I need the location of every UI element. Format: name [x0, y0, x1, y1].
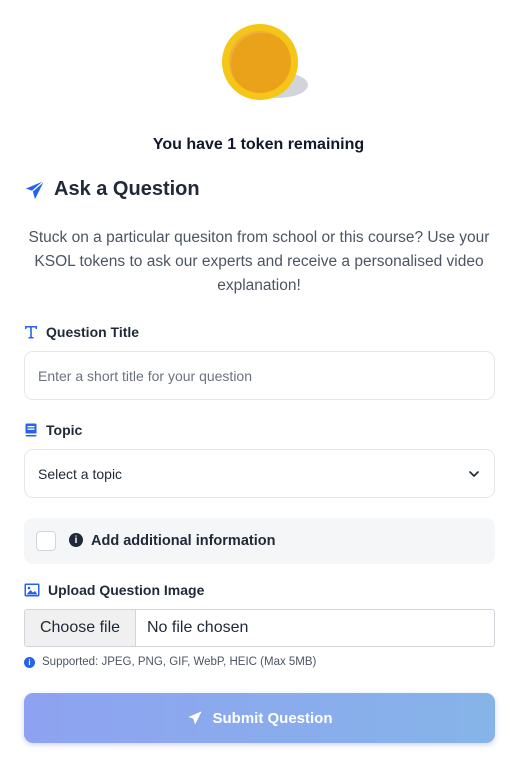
text-t-icon [25, 326, 37, 339]
additional-info-checkbox[interactable] [36, 531, 56, 551]
additional-info-label: Add additional information [91, 533, 276, 549]
additional-info-row[interactable]: i Add additional information [24, 518, 495, 564]
coin-inner [229, 31, 291, 93]
upload-hint-text: Supported: JPEG, PNG, GIF, WebP, HEIC (M… [42, 656, 317, 668]
topic-label: Topic [24, 422, 82, 438]
book-icon [25, 423, 37, 437]
question-title-label-text: Question Title [46, 324, 140, 340]
token-coin-icon [222, 24, 312, 102]
coin-outer [222, 24, 298, 100]
chevron-down-icon [469, 470, 479, 477]
paper-plane-icon [187, 711, 202, 725]
question-title-input[interactable] [24, 351, 495, 400]
token-status: You have 1 token remaining [152, 136, 365, 153]
topic-select-value: Select a topic [38, 465, 123, 482]
info-icon: i [24, 656, 35, 668]
image-icon [24, 583, 40, 597]
paper-plane-icon [25, 179, 45, 199]
description-text: Stuck on a particular quesiton from scho… [28, 229, 490, 294]
upload-hint: i Supported: JPEG, PNG, GIF, WebP, HEIC … [24, 656, 316, 668]
topic-label-text: Topic [46, 422, 83, 438]
upload-label-text: Upload Question Image [48, 582, 205, 598]
question-title-label: Question Title [24, 324, 139, 340]
ask-question-header: Ask a Question [24, 178, 200, 201]
submit-question-label: Submit Question [212, 709, 333, 727]
info-icon: i [69, 533, 83, 547]
file-upload-input[interactable]: Choose file No file chosen [24, 609, 495, 647]
page-title: Ask a Question [54, 178, 200, 200]
topic-select[interactable]: Select a topic [24, 449, 495, 498]
file-status: No file chosen [147, 619, 249, 636]
submit-question-button[interactable]: Submit Question [24, 693, 495, 743]
upload-label: Upload Question Image [24, 582, 204, 598]
choose-file-button[interactable]: Choose file [25, 610, 136, 646]
